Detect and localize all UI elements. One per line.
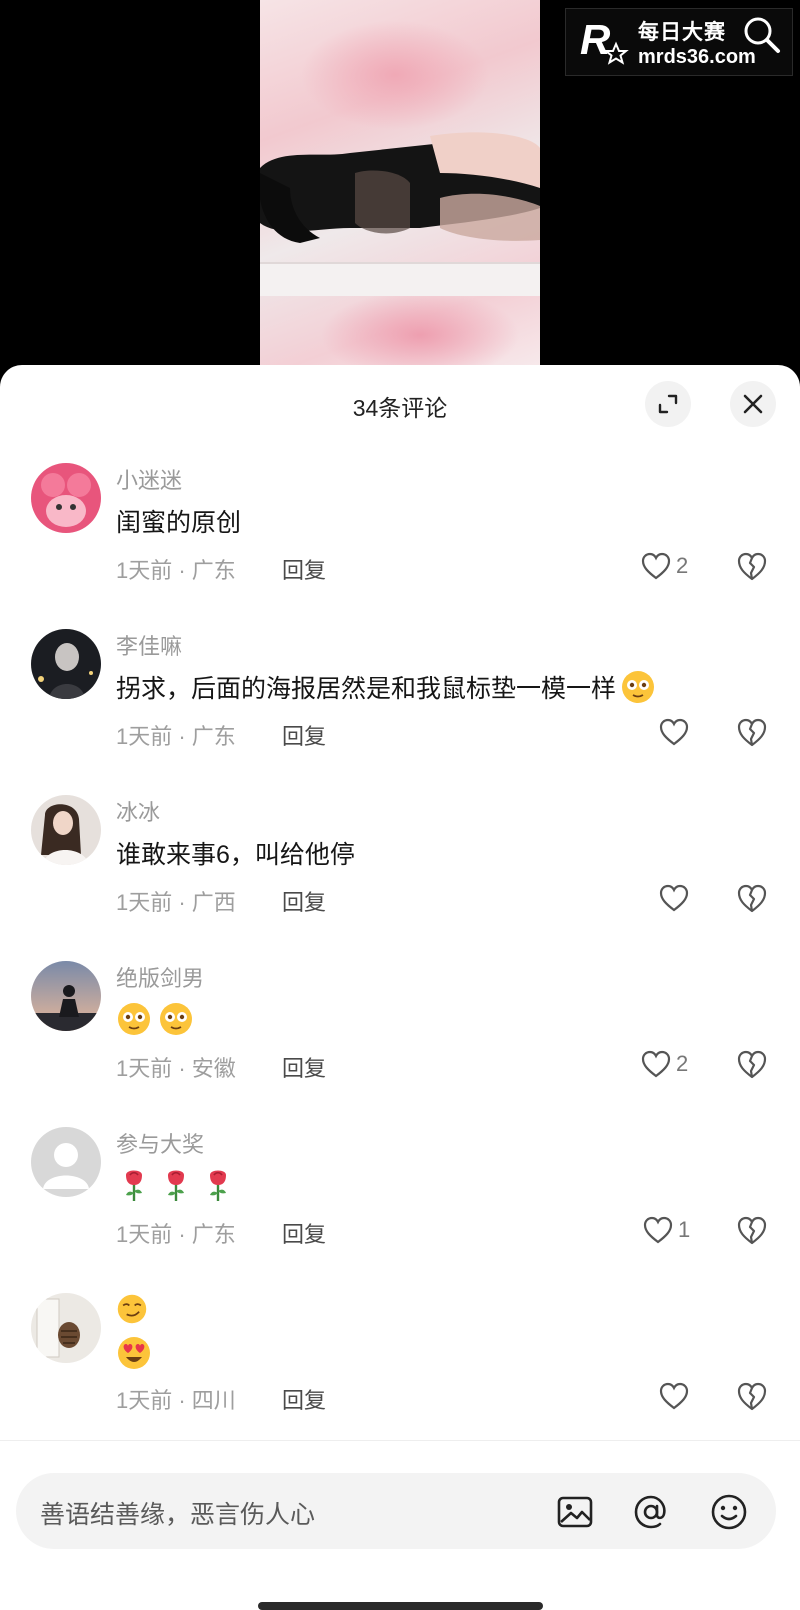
comment-meta: 1天前 · 安徽 xyxy=(116,1056,236,1081)
search-icon xyxy=(744,17,780,53)
reply-button[interactable]: 回复 xyxy=(282,1051,326,1083)
like-count: 2 xyxy=(676,1051,689,1076)
home-indicator[interactable] xyxy=(258,1602,543,1610)
comment-input-placeholder: 善语结善缘，恶言伤人心 xyxy=(40,1501,316,1529)
rose-emoji-icon xyxy=(168,1170,184,1201)
comment-text: 拐求，后面的海报居然是和我鼠标垫一模一样 xyxy=(116,669,662,705)
comment-item: 冰冰 谁敢来事6，叫给他停 1天前 · 广西 回复 xyxy=(0,795,800,961)
like-button[interactable]: 2 xyxy=(640,549,688,583)
heart-icon xyxy=(641,552,671,580)
comment-username[interactable]: 参与大奖 xyxy=(116,1127,204,1159)
broken-heart-icon[interactable] xyxy=(735,881,769,915)
site-logo: R xyxy=(580,16,629,65)
rose-emoji-icon xyxy=(210,1170,226,1201)
comment-item: 绝版剑男 1天前 · 安徽 回复 2 xyxy=(0,961,800,1127)
broken-heart-icon[interactable] xyxy=(735,549,769,583)
heart-eyes-emoji-icon xyxy=(118,1337,150,1369)
comment-meta: 1天前 · 广东 xyxy=(116,558,236,583)
comment-meta: 1天前 · 四川 xyxy=(116,1388,236,1413)
heart-icon xyxy=(659,1382,689,1410)
avatar[interactable] xyxy=(31,629,101,699)
avatar[interactable] xyxy=(31,795,101,865)
comment-username[interactable]: 冰冰 xyxy=(116,795,160,827)
heart-icon xyxy=(641,1050,671,1078)
like-button[interactable] xyxy=(658,715,690,749)
comment-text xyxy=(116,1293,154,1325)
comments-sheet: 34条评论 小迷迷 闺蜜的原创 1天前 · 广东 回复 2 李佳嘛 拐求，后面的… xyxy=(0,365,800,1610)
broken-heart-icon[interactable] xyxy=(735,715,769,749)
comment-username[interactable]: 绝版剑男 xyxy=(116,961,204,993)
comment-item: 1天前 · 四川 回复 xyxy=(0,1293,800,1459)
close-button[interactable] xyxy=(730,381,776,427)
svg-text:R: R xyxy=(580,16,611,63)
expand-icon xyxy=(658,394,678,414)
video-player[interactable]: R 每日大赛 mrds36.com xyxy=(0,0,800,380)
like-count: 1 xyxy=(678,1217,691,1242)
comment-username[interactable]: 李佳嘛 xyxy=(116,629,182,661)
video-subject-figure xyxy=(260,132,540,243)
comment-meta: 1天前 · 广东 xyxy=(116,724,236,749)
comment-username[interactable]: 小迷迷 xyxy=(116,463,182,495)
like-count: 2 xyxy=(676,553,689,578)
flushed-emoji-icon xyxy=(622,671,655,703)
smirk-emoji-icon xyxy=(117,1294,147,1324)
watermark-title: 每日大赛 xyxy=(638,20,726,44)
broken-heart-icon[interactable] xyxy=(735,1213,769,1247)
close-icon xyxy=(743,394,763,414)
at-mention-icon[interactable] xyxy=(632,1493,670,1531)
comment-text: 谁敢来事6，叫给他停 xyxy=(116,841,355,869)
emoji-picker-icon[interactable] xyxy=(710,1493,748,1531)
avatar[interactable] xyxy=(31,1293,101,1363)
heart-icon xyxy=(659,718,689,746)
like-button[interactable] xyxy=(658,881,690,915)
avatar[interactable] xyxy=(31,1127,101,1197)
reply-button[interactable]: 回复 xyxy=(282,885,326,917)
avatar[interactable] xyxy=(31,961,101,1031)
comment-item: 小迷迷 闺蜜的原创 1天前 · 广东 回复 2 xyxy=(0,463,800,629)
like-button[interactable]: 1 xyxy=(642,1213,690,1247)
comment-meta: 1天前 · 广东 xyxy=(116,1222,236,1247)
comment-item: 李佳嘛 拐求，后面的海报居然是和我鼠标垫一模一样 1天前 · 广东 回复 xyxy=(0,629,800,795)
expand-button[interactable] xyxy=(645,381,691,427)
rose-emoji-icon xyxy=(126,1170,142,1201)
sheet-header: 34条评论 xyxy=(0,365,800,443)
comment-input[interactable]: 善语结善缘，恶言伤人心 xyxy=(16,1473,776,1549)
like-button[interactable] xyxy=(658,1379,690,1413)
reply-button[interactable]: 回复 xyxy=(282,1217,326,1249)
comment-meta: 1天前 · 广西 xyxy=(116,890,236,915)
video-frame[interactable] xyxy=(260,0,540,370)
like-button[interactable]: 2 xyxy=(640,1047,688,1081)
comment-text: 闺蜜的原创 xyxy=(116,509,242,537)
heart-icon xyxy=(659,884,689,912)
comment-item: 参与大奖 1天前 · 广东 回复 1 xyxy=(0,1127,800,1293)
reply-button[interactable]: 回复 xyxy=(282,553,326,585)
heart-icon xyxy=(643,1216,673,1244)
broken-heart-icon[interactable] xyxy=(735,1379,769,1413)
watermark-url: mrds36.com xyxy=(638,45,756,68)
comment-text xyxy=(116,1001,200,1037)
flushed-emoji-icon xyxy=(160,1003,192,1035)
comment-text xyxy=(116,1335,158,1371)
broken-heart-icon[interactable] xyxy=(735,1047,769,1081)
avatar[interactable] xyxy=(31,463,101,533)
site-watermark: R 每日大赛 mrds36.com xyxy=(565,8,793,76)
comment-input-bar: 善语结善缘，恶言伤人心 xyxy=(0,1440,800,1610)
comment-text xyxy=(116,1167,242,1203)
flushed-emoji-icon xyxy=(118,1003,150,1035)
image-icon[interactable] xyxy=(556,1493,594,1531)
reply-button[interactable]: 回复 xyxy=(282,1383,326,1415)
reply-button[interactable]: 回复 xyxy=(282,719,326,751)
